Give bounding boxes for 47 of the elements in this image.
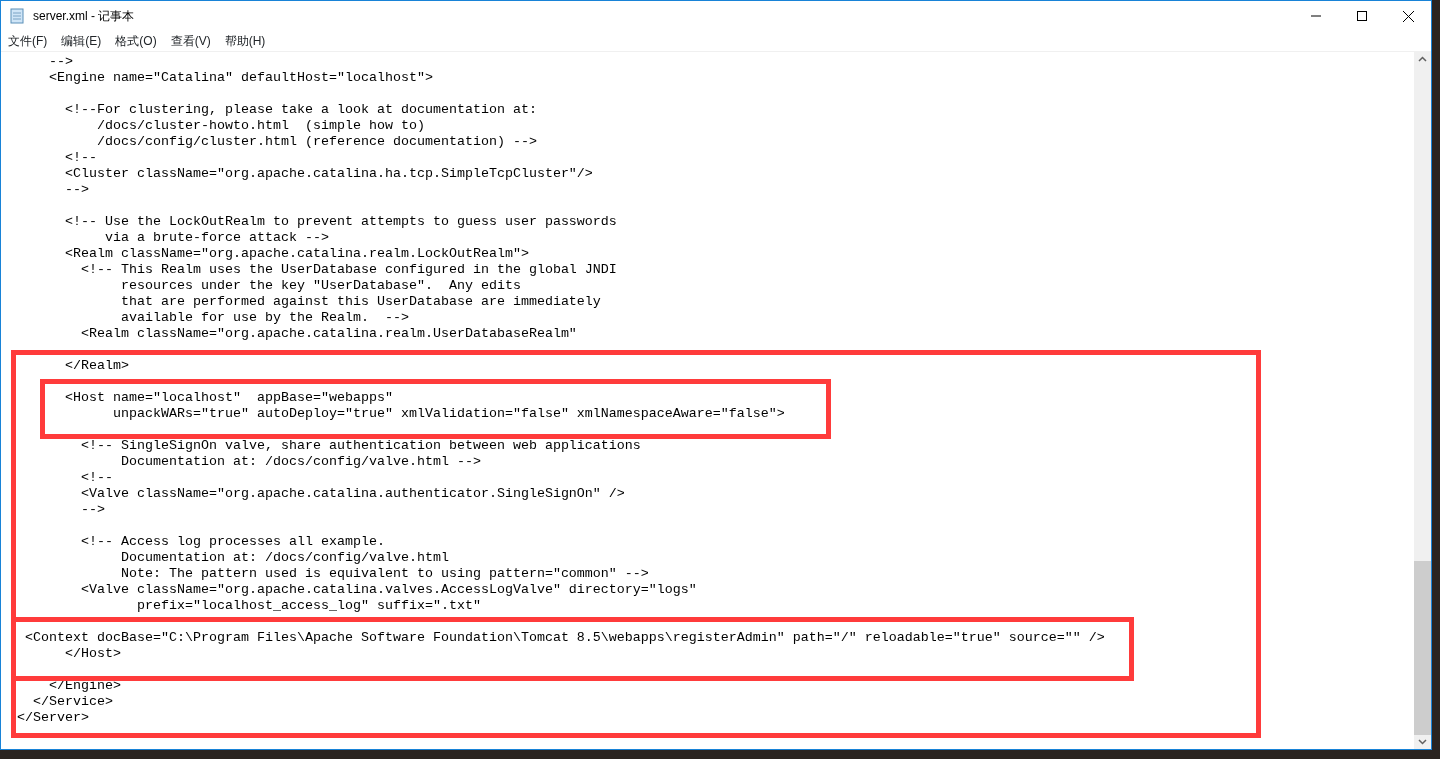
code-line: <Engine name="Catalina" defaultHost="localhost"> <box>48 70 434 86</box>
code-line: unpackWARs="true" autoDeploy="true" xmlValidation="false" xmlNamespaceAware="false"> <box>111 406 786 422</box>
notepad-icon <box>9 8 25 24</box>
code-line: <!-- <box>80 470 114 486</box>
code-line: <!-- This Realm uses the UserDatabase configured in the global JNDI <box>80 262 618 278</box>
code-line: Documentation at: /docs/config/valve.html --> <box>119 454 482 470</box>
scrollbar[interactable] <box>1414 52 1431 749</box>
code-line: <Valve className="org.apache.catalina.valves.AccessLogValve" directory="logs" <box>80 582 698 598</box>
code-line: Documentation at: /docs/config/valve.html <box>119 550 450 566</box>
code-line: </Service> <box>32 694 114 710</box>
code-line: available for use by the Realm. --> <box>119 310 410 326</box>
code-line: </Engine> <box>48 678 122 694</box>
menu-item[interactable]: 帮助(H) <box>217 32 273 50</box>
code-line: --> <box>48 54 74 70</box>
code-line: </Server> <box>17 710 90 726</box>
code-line: <!-- SingleSignOn valve, share authentication between web applications <box>80 438 642 454</box>
scrollbar-thumb[interactable] <box>1414 561 1431 735</box>
code-line: <Realm className="org.apache.catalina.realm.UserDatabaseRealm" <box>80 326 578 342</box>
scroll-up-icon[interactable] <box>1418 56 1427 62</box>
code-line: </Host> <box>64 646 122 662</box>
code-line: <Valve className="org.apache.catalina.authenticator.SingleSignOn" /> <box>80 486 626 502</box>
code-line: that are performed against this UserDatabase are immediately <box>119 294 602 310</box>
code-line: resources under the key "UserDatabase". Any edits <box>119 278 522 294</box>
close-icon <box>1402 10 1414 22</box>
code-line: --> <box>64 182 90 198</box>
code-line: --> <box>80 502 106 518</box>
code-line: /docs/cluster-howto.html (simple how to) <box>95 118 426 134</box>
menu-item[interactable]: 查看(V) <box>163 32 218 50</box>
code-line: <!--For clustering, please take a look at documentation at: <box>64 102 538 118</box>
code-line: <!-- Access log processes all example. <box>80 534 386 550</box>
code-line: <Context docBase="C:\Program Files\Apache Software Foundation\Tomcat 8.5\webapps\registerAdmin" path="/" reloadable="true" source="" /> <box>24 630 1106 646</box>
code-line: prefix="localhost_access_log" suffix=".txt" <box>135 598 482 614</box>
code-line: via a brute-force attack --> <box>103 230 330 246</box>
code-line: <Realm className="org.apache.catalina.realm.LockOutRealm"> <box>64 246 530 262</box>
code-line: <!-- <box>64 150 98 166</box>
menu-item[interactable]: 文件(F) <box>1 32 55 50</box>
code-line: <!-- Use the LockOutRealm to prevent attempts to guess user passwords <box>64 214 618 230</box>
menu-item[interactable]: 编辑(E) <box>54 32 109 50</box>
scroll-down-icon[interactable] <box>1418 739 1427 745</box>
code-line: </Realm> <box>64 358 130 374</box>
window-title: server.xml - 记事本 <box>33 8 135 25</box>
code-line: <Host name="localhost" appBase="webapps" <box>64 390 394 406</box>
menu-item[interactable]: 格式(O) <box>108 32 164 50</box>
code-line: Note: The pattern used is equivalent to using pattern="common" --> <box>119 566 650 582</box>
maximize-icon <box>1357 11 1367 21</box>
code-line: <Cluster className="org.apache.catalina.ha.tcp.SimpleTcpCluster"/> <box>64 166 594 182</box>
code-line: /docs/config/cluster.html (reference documentation) --> <box>95 134 538 150</box>
